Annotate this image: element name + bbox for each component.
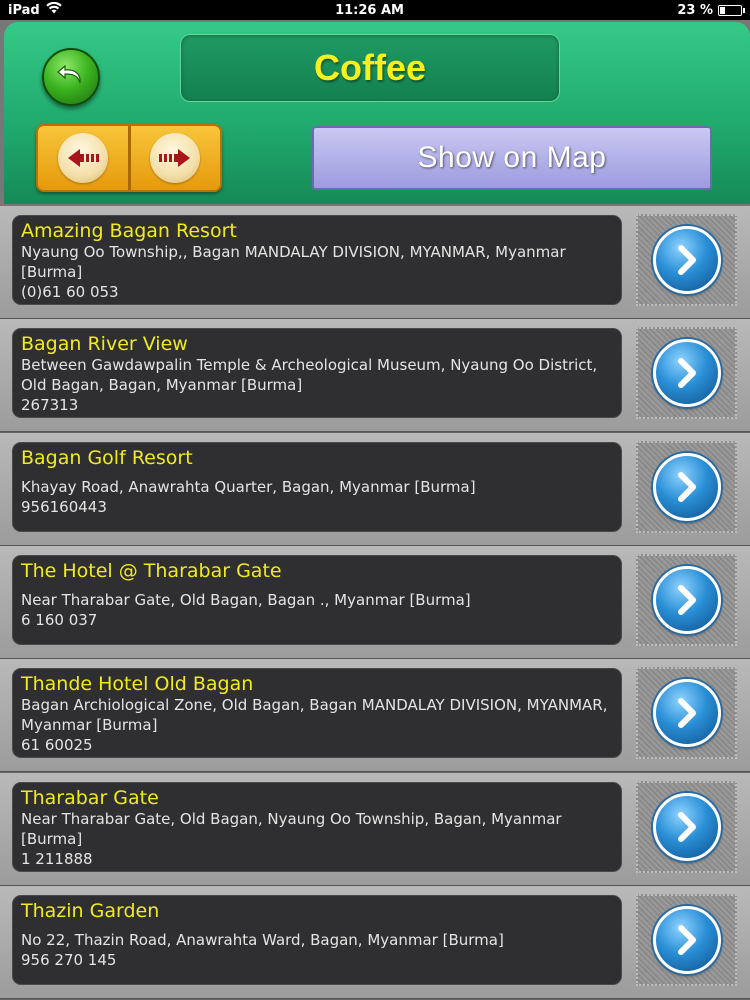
place-card[interactable]: Thande Hotel Old Bagan Bagan Archiologic… (12, 668, 622, 758)
title-box: Coffee (180, 34, 560, 102)
place-card[interactable]: Thazin Garden No 22, Thazin Road, Anawra… (12, 895, 622, 985)
place-card[interactable]: The Hotel @ Tharabar Gate Near Tharabar … (12, 555, 622, 645)
chevron-right-icon (652, 793, 721, 861)
detail-button[interactable] (636, 214, 737, 306)
place-card[interactable]: Bagan Golf Resort Khayay Road, Anawrahta… (12, 442, 622, 532)
battery-percent: 23 % (677, 2, 713, 18)
place-name: Amazing Bagan Resort (21, 220, 237, 242)
place-phone: 267313 (21, 396, 79, 414)
place-list: Amazing Bagan Resort Nyaung Oo Township,… (0, 206, 750, 1000)
clock: 11:26 AM (335, 2, 404, 18)
app-window: Coffee Show on Map Amazing Bagan Resort … (0, 20, 750, 1000)
previous-button[interactable] (38, 126, 128, 190)
chevron-right-icon (652, 679, 721, 747)
place-phone: 6 160 037 (21, 611, 98, 629)
chevron-right-icon (652, 453, 721, 521)
list-item[interactable]: Thande Hotel Old Bagan Bagan Archiologic… (0, 659, 750, 772)
place-name: Thande Hotel Old Bagan (21, 673, 254, 695)
place-name: The Hotel @ Tharabar Gate (21, 560, 282, 582)
place-name: Tharabar Gate (21, 787, 159, 809)
prev-next-control (36, 124, 222, 192)
detail-button[interactable] (636, 554, 737, 646)
list-item[interactable]: Bagan Golf Resort Khayay Road, Anawrahta… (0, 433, 750, 546)
detail-button[interactable] (636, 667, 737, 759)
place-address: Near Tharabar Gate, Old Bagan, Bagan ., … (21, 591, 471, 609)
back-arrow-icon (54, 58, 88, 96)
detail-button[interactable] (636, 894, 737, 986)
place-phone: (0)61 60 053 (21, 283, 119, 301)
place-card[interactable]: Bagan River View Between Gawdawpalin Tem… (12, 328, 622, 418)
list-item[interactable]: The Hotel @ Tharabar Gate Near Tharabar … (0, 546, 750, 659)
list-item[interactable]: Thazin Garden No 22, Thazin Road, Anawra… (0, 886, 750, 999)
detail-button[interactable] (636, 441, 737, 533)
status-bar: iPad 11:26 AM 23 % (0, 0, 750, 20)
place-address: No 22, Thazin Road, Anawrahta Ward, Baga… (21, 931, 504, 949)
place-address: Between Gawdawpalin Temple & Archeologic… (21, 356, 598, 394)
show-on-map-button[interactable]: Show on Map (312, 126, 712, 190)
left-arrow-icon (57, 133, 108, 183)
list-item[interactable]: Tharabar Gate Near Tharabar Gate, Old Ba… (0, 773, 750, 886)
place-card[interactable]: Tharabar Gate Near Tharabar Gate, Old Ba… (12, 782, 622, 872)
chevron-right-icon (652, 226, 721, 294)
place-phone: 1 211888 (21, 850, 93, 868)
place-address: Bagan Archiological Zone, Old Bagan, Bag… (21, 696, 608, 734)
place-card[interactable]: Amazing Bagan Resort Nyaung Oo Township,… (12, 215, 622, 305)
chevron-right-icon (652, 566, 721, 634)
place-phone: 956 270 145 (21, 951, 117, 969)
place-name: Bagan Golf Resort (21, 447, 193, 469)
device-label: iPad (8, 2, 40, 18)
chevron-right-icon (652, 339, 721, 407)
battery-icon (718, 4, 745, 16)
place-name: Bagan River View (21, 333, 188, 355)
list-item[interactable]: Bagan River View Between Gawdawpalin Tem… (0, 319, 750, 432)
page-title: Coffee (313, 47, 426, 88)
right-arrow-icon (150, 133, 201, 183)
battery-fill (720, 6, 725, 14)
place-address: Khayay Road, Anawrahta Quarter, Bagan, M… (21, 478, 476, 496)
header: Coffee Show on Map (4, 22, 750, 204)
detail-button[interactable] (636, 327, 737, 419)
chevron-right-icon (652, 906, 721, 974)
place-address: Nyaung Oo Township,, Bagan MANDALAY DIVI… (21, 243, 566, 281)
place-phone: 61 60025 (21, 736, 93, 754)
place-address: Near Tharabar Gate, Old Bagan, Nyaung Oo… (21, 810, 562, 848)
list-item[interactable]: Amazing Bagan Resort Nyaung Oo Township,… (0, 206, 750, 319)
next-button[interactable] (127, 126, 221, 190)
back-button[interactable] (42, 48, 100, 106)
place-name: Thazin Garden (21, 900, 160, 922)
wifi-icon (46, 1, 62, 18)
detail-button[interactable] (636, 781, 737, 873)
place-phone: 956160443 (21, 498, 107, 516)
